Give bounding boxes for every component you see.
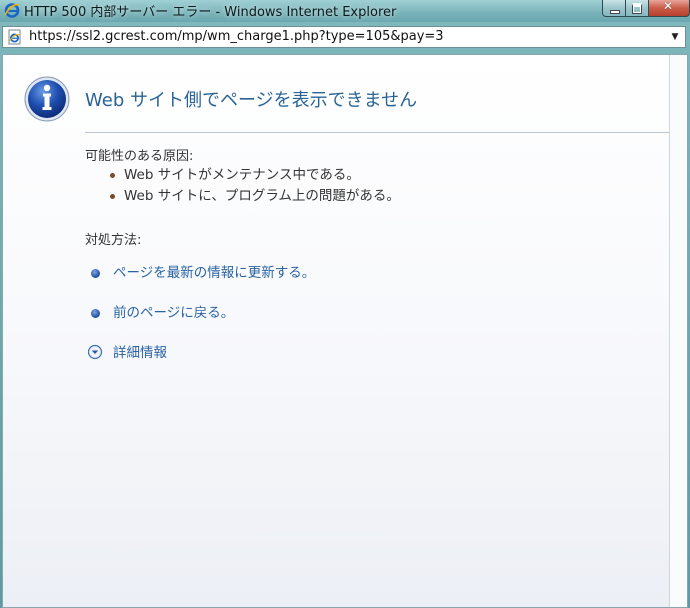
actions-label: 対処方法: (85, 233, 142, 248)
browser-window: HTTP 500 内部サーバー エラー - Windows Internet E… (0, 0, 690, 608)
refresh-page-link[interactable]: ページを最新の情報に更新する。 (113, 264, 315, 282)
ie-icon (4, 3, 20, 18)
window-controls (602, 0, 690, 18)
divider (85, 132, 669, 133)
bullet-icon (110, 194, 115, 199)
bullet-icon (91, 269, 100, 278)
go-back-link[interactable]: 前のページに戻る。 (113, 304, 234, 322)
causes-label: 可能性のある原因: (85, 149, 194, 164)
cause-text: Web サイトに、プログラム上の問題がある。 (124, 188, 400, 204)
maximize-button[interactable] (626, 0, 649, 17)
minimize-button[interactable] (602, 0, 626, 17)
address-bar[interactable]: https://ssl2.gcrest.com/mp/wm_charge1.ph… (2, 26, 686, 48)
close-button[interactable] (649, 0, 690, 17)
chevron-down-icon[interactable]: ▼ (669, 30, 681, 44)
error-heading: Web サイト側でページを表示できません (85, 90, 418, 111)
list-item: Web サイトに、プログラム上の問題がある。 (107, 186, 400, 207)
info-icon (24, 76, 70, 122)
list-item: Web サイトがメンテナンス中である。 (107, 165, 400, 186)
bullet-icon (91, 309, 100, 318)
causes-list: Web サイトがメンテナンス中である。 Web サイトに、プログラム上の問題があ… (107, 165, 400, 207)
more-info-link[interactable]: 詳細情報 (113, 344, 167, 362)
title-bar[interactable]: HTTP 500 内部サーバー エラー - Windows Internet E… (0, 0, 690, 22)
url-text[interactable]: https://ssl2.gcrest.com/mp/wm_charge1.ph… (29, 29, 444, 44)
cause-text: Web サイトがメンテナンス中である。 (124, 167, 360, 183)
expand-details-icon[interactable] (87, 344, 103, 360)
vertical-scrollbar[interactable] (669, 55, 687, 607)
bullet-icon (110, 173, 115, 178)
error-page-content: Web サイト側でページを表示できません 可能性のある原因: Web サイトがメ… (2, 54, 688, 608)
ie-page-icon (8, 29, 21, 45)
window-title: HTTP 500 内部サーバー エラー - Windows Internet E… (24, 5, 397, 20)
